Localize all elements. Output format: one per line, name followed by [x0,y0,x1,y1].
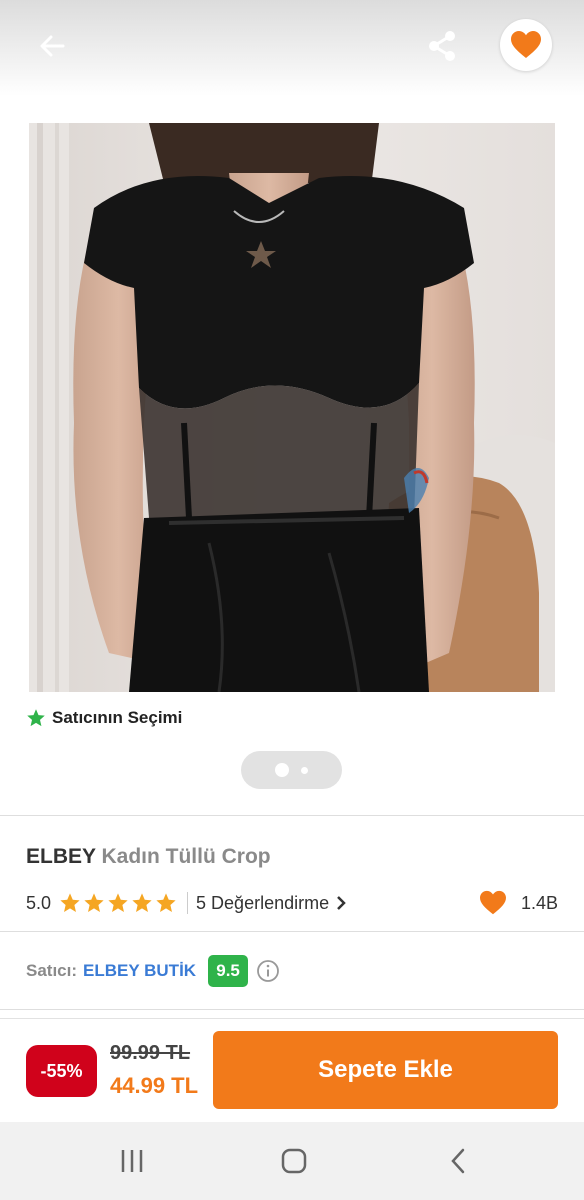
system-back-button[interactable] [436,1142,480,1180]
seller-name-link[interactable]: ELBEY BUTİK [83,961,196,981]
product-title: ELBEY Kadın Tüllü Crop [26,845,271,869]
old-price: 99.99 TL [110,1042,191,1064]
divider [0,931,584,932]
home-icon [281,1148,307,1174]
back-button[interactable] [30,24,74,68]
reviews-link[interactable]: 5 Değerlendirme [196,893,347,914]
seller-label: Satıcı: [26,961,78,980]
star-icon [60,893,80,912]
star-icon [132,893,152,912]
discount-badge: -55% [26,1045,97,1097]
add-to-cart-button[interactable]: Sepete Ekle [213,1031,558,1109]
rating-value: 5.0 [26,892,52,913]
separator [187,892,189,914]
info-icon[interactable] [256,959,280,983]
seller-choice-text: Satıcının Seçimi [52,708,183,727]
rating-row: 5.0 5 Değerlendirme 1.4B [26,888,558,918]
seller-score-badge: 9.5 [208,955,249,987]
arrow-left-icon [40,35,65,57]
pager-dot [301,766,308,774]
divider [0,815,584,816]
star-icon [27,709,45,727]
home-button[interactable] [272,1142,316,1180]
reviews-label: 5 Değerlendirme [196,892,330,913]
share-icon [429,31,455,61]
product-detail-page: Satıcının Seçimi ELBEY Kadın Tüllü Crop … [0,0,584,1200]
top-bar [0,0,584,96]
seller-choice-label: Satıcının Seçimi [26,708,182,728]
product-photo [29,123,555,692]
heart-icon [479,890,506,915]
favorites-count-value: 1.4B [520,892,558,913]
seller-row: Satıcı: ELBEY BUTİK 9.5 [26,955,280,987]
divider [0,1009,584,1010]
star-icon [84,893,104,912]
star-icon [108,893,128,912]
system-navigation-bar [0,1122,584,1200]
star-icon [156,893,176,912]
favorites-count[interactable]: 1.4B [479,888,558,918]
image-pager[interactable] [241,751,342,789]
chevron-left-icon [451,1148,465,1174]
product-image[interactable] [29,123,555,692]
share-button[interactable] [420,24,464,68]
brand-name[interactable]: ELBEY [26,845,96,868]
recents-icon [121,1150,143,1172]
pager-dot-active [275,763,289,777]
product-name: Kadın Tüllü Crop [101,845,271,868]
recents-button[interactable] [110,1142,154,1180]
new-price: 44.99 TL [110,1073,199,1098]
heart-icon [511,31,541,58]
favorite-button[interactable] [500,19,552,71]
rating-stars [59,892,177,914]
chevron-right-icon [337,896,346,910]
